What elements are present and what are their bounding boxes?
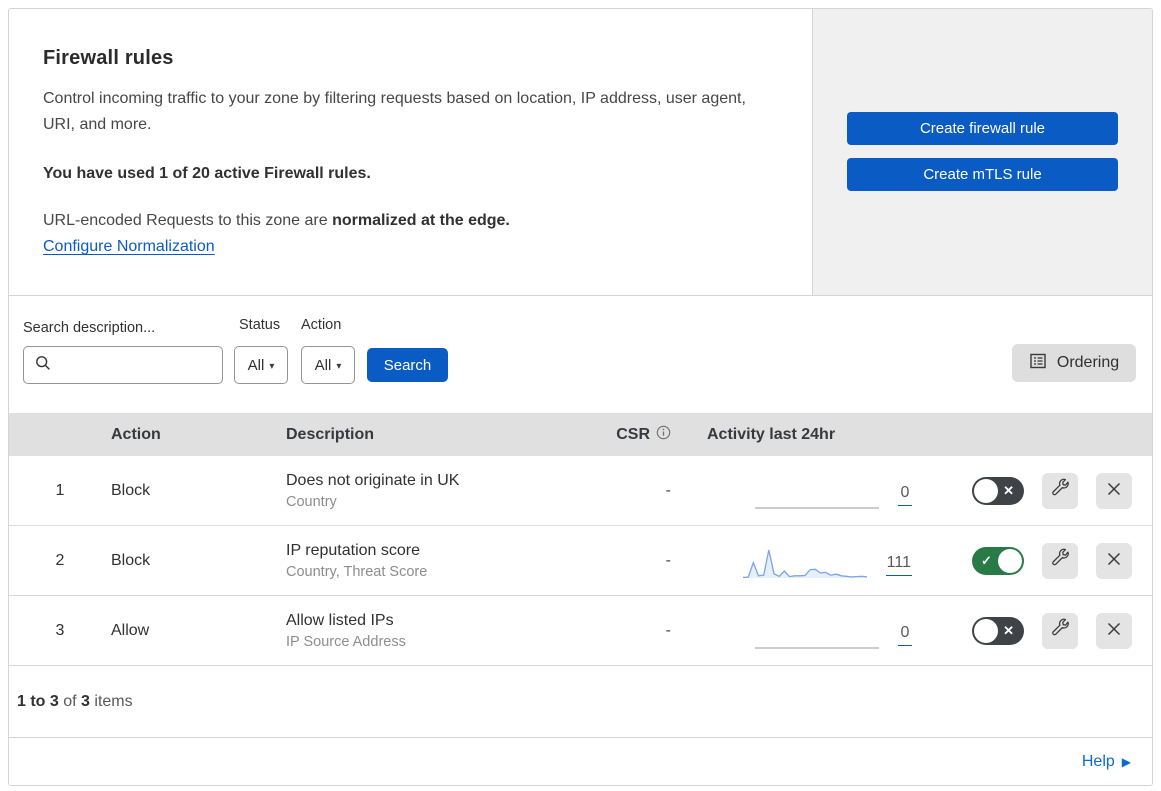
rule-fields: Country <box>286 493 337 510</box>
ordering-button-label: Ordering <box>1056 354 1120 371</box>
status-dropdown[interactable]: All ▾ <box>234 346 288 384</box>
col-activity: Activity last 24hr <box>707 425 836 443</box>
search-button[interactable]: Search <box>367 348 448 382</box>
chevron-down-icon: ▾ <box>269 360 275 372</box>
status-dropdown-value: All <box>247 356 265 374</box>
rule-csr: - <box>665 481 671 499</box>
rule-number: 1 <box>55 481 65 499</box>
usage-summary: You have used 1 of 20 active Firewall ru… <box>43 165 371 182</box>
header-actions-panel: Create firewall rule Create mTLS rule <box>813 9 1152 295</box>
wrench-icon <box>1049 618 1071 643</box>
rule-csr: - <box>665 621 671 639</box>
x-icon: ✕ <box>1003 482 1014 498</box>
edit-rule-button[interactable] <box>1042 612 1078 649</box>
chevron-down-icon: ▾ <box>336 360 342 372</box>
table-row: 1 Block Does not originate in UK Country… <box>9 456 1152 526</box>
activity-count-link[interactable]: 0 <box>898 484 912 506</box>
arrow-right-icon: ▶ <box>1121 754 1131 769</box>
table-row: 2 Block IP reputation score Country, Thr… <box>9 526 1152 596</box>
firewall-rules-panel: Firewall rules Control incoming traffic … <box>8 8 1153 786</box>
col-action: Action <box>111 425 161 443</box>
rule-controls: ✓ ✕ <box>921 542 1152 579</box>
delete-rule-button[interactable] <box>1096 612 1132 649</box>
search-input[interactable] <box>58 356 208 374</box>
rule-fields: Country, Threat Score <box>286 563 428 580</box>
activity-sparkline <box>755 647 879 648</box>
rule-number: 2 <box>55 551 65 569</box>
action-label: Action <box>301 317 342 333</box>
table-row: 3 Allow Allow listed IPs IP Source Addre… <box>9 596 1152 666</box>
help-bar: Help ▶ <box>9 738 1152 785</box>
help-link[interactable]: Help ▶ <box>1082 753 1131 771</box>
close-icon <box>1104 619 1124 642</box>
help-label: Help <box>1081 752 1115 770</box>
rule-fields: IP Source Address <box>286 633 406 650</box>
filter-bar: Search description... Status All ▾ Actio… <box>9 296 1152 413</box>
activity-sparkline <box>755 507 879 508</box>
wrench-icon <box>1049 548 1071 573</box>
create-firewall-rule-button[interactable]: Create firewall rule <box>847 112 1118 145</box>
toggle-knob <box>998 548 1022 573</box>
rule-description: IP reputation score Country, Threat Scor… <box>286 542 601 580</box>
rule-action: Block <box>111 481 151 499</box>
wrench-icon <box>1049 478 1071 503</box>
status-label: Status <box>239 317 281 333</box>
toggle-knob <box>974 478 998 503</box>
rule-enabled-toggle[interactable]: ✓ ✕ <box>972 476 1024 505</box>
check-icon: ✓ <box>981 552 992 568</box>
edit-rule-button[interactable] <box>1042 472 1078 509</box>
normalization-note: URL-encoded Requests to this zone are no… <box>43 212 510 229</box>
info-icon[interactable] <box>656 425 671 445</box>
search-icon <box>35 355 51 376</box>
col-csr: CSR <box>601 425 671 445</box>
pagination-summary: 1 to 3 of 3 items <box>9 666 1152 738</box>
rule-controls: ✓ ✕ <box>921 612 1152 649</box>
col-description: Description <box>286 425 375 443</box>
rule-enabled-toggle[interactable]: ✓ ✕ <box>972 616 1024 645</box>
close-icon <box>1104 479 1124 502</box>
search-field-wrap <box>23 346 223 384</box>
ordering-button[interactable]: Ordering <box>1012 344 1136 382</box>
action-dropdown[interactable]: All ▾ <box>301 346 355 384</box>
header-info-card: Firewall rules Control incoming traffic … <box>9 9 813 295</box>
rule-activity: 111 <box>671 537 921 585</box>
page-description: Control incoming traffic to your zone by… <box>43 90 746 133</box>
rule-action: Allow <box>111 621 150 639</box>
close-icon <box>1104 549 1124 572</box>
toggle-knob <box>974 618 998 643</box>
rule-action: Block <box>111 551 151 569</box>
table-header: Action Description CSR Activity last 24h… <box>9 413 1152 456</box>
rule-csr: - <box>665 551 671 569</box>
ordering-list-icon <box>1029 352 1047 375</box>
rule-description: Allow listed IPs IP Source Address <box>286 612 601 650</box>
delete-rule-button[interactable] <box>1096 542 1132 579</box>
activity-count-link[interactable]: 111 <box>885 554 912 576</box>
header-section: Firewall rules Control incoming traffic … <box>9 9 1152 296</box>
create-mtls-rule-button[interactable]: Create mTLS rule <box>847 158 1118 191</box>
rule-number: 3 <box>55 621 65 639</box>
configure-normalization-link[interactable]: Configure Normalization <box>43 238 215 256</box>
rule-controls: ✓ ✕ <box>921 472 1152 509</box>
activity-count-link[interactable]: 0 <box>898 624 912 646</box>
delete-rule-button[interactable] <box>1096 472 1132 509</box>
activity-sparkline <box>742 549 867 578</box>
rule-description: Does not originate in UK Country <box>286 472 601 510</box>
search-label: Search description... <box>23 320 156 336</box>
edit-rule-button[interactable] <box>1042 542 1078 579</box>
x-icon: ✕ <box>1003 622 1014 638</box>
action-dropdown-value: All <box>314 356 332 374</box>
rule-activity: 0 <box>671 467 921 515</box>
rule-activity: 0 <box>671 607 921 655</box>
rule-enabled-toggle[interactable]: ✓ ✕ <box>972 546 1024 575</box>
page-title: Firewall rules <box>43 47 174 69</box>
